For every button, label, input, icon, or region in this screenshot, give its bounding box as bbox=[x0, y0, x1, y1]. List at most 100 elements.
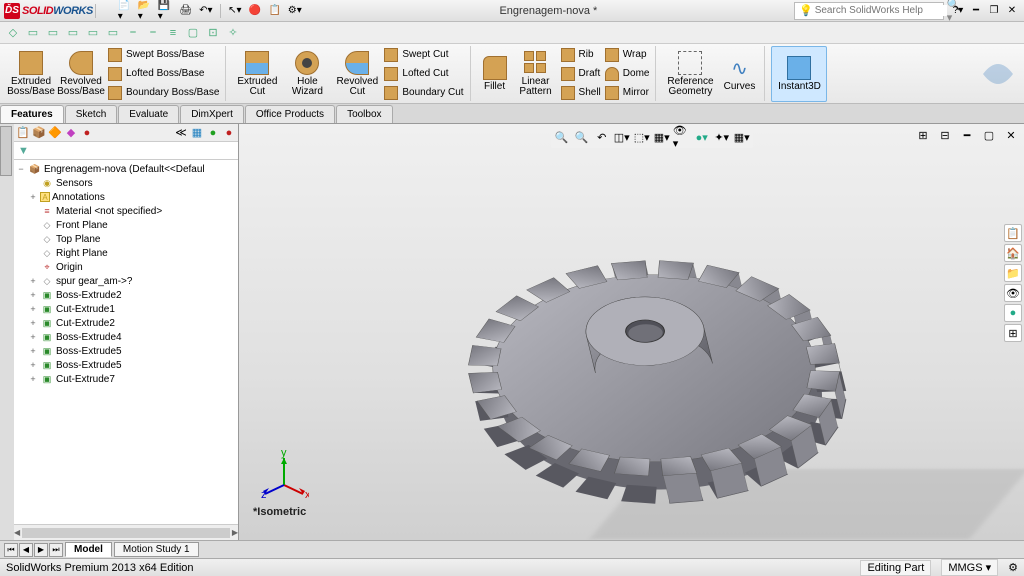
lofted-boss-button[interactable]: Lofted Boss/Base bbox=[106, 65, 221, 82]
save-icon[interactable]: 💾▾ bbox=[158, 3, 174, 19]
orientation-triad[interactable]: x y z bbox=[259, 450, 309, 500]
ft-tab4-icon[interactable]: ◆ bbox=[64, 126, 78, 140]
task-custom-icon[interactable]: ⊞ bbox=[1004, 324, 1022, 342]
task-resources-icon[interactable]: 📋 bbox=[1004, 224, 1022, 242]
dome-button[interactable]: Dome bbox=[603, 65, 652, 82]
wrap-button[interactable]: Wrap bbox=[603, 46, 652, 63]
tree-cut2[interactable]: +▣Cut-Extrude2 bbox=[16, 316, 236, 330]
task-library-icon[interactable]: 🏠 bbox=[1004, 244, 1022, 262]
tab-first-icon[interactable]: ⏮ bbox=[4, 543, 18, 557]
line-icon[interactable]: ⎯ bbox=[126, 26, 140, 40]
tree-scrollbar[interactable]: ◀▶ bbox=[14, 524, 238, 540]
help-search[interactable]: 💡 🔍▾ bbox=[794, 2, 944, 20]
vp-ctrl2-icon[interactable]: ⊟ bbox=[936, 126, 954, 144]
feature-filter[interactable]: ▼ bbox=[14, 142, 238, 160]
help-icon[interactable]: ?▾ bbox=[950, 3, 966, 19]
tree-boss4[interactable]: +▣Boss-Extrude4 bbox=[16, 330, 236, 344]
tab-office[interactable]: Office Products bbox=[245, 105, 335, 123]
ft-opt4-icon[interactable]: ● bbox=[222, 126, 236, 140]
search-input[interactable] bbox=[815, 5, 947, 16]
revolved-cut-button[interactable]: Revolved Cut bbox=[332, 46, 382, 102]
rect4-icon[interactable]: ▭ bbox=[86, 26, 100, 40]
ft-opt2-icon[interactable]: ▦ bbox=[190, 126, 204, 140]
ft-tab3-icon[interactable]: 🔶 bbox=[48, 126, 62, 140]
task-explorer-icon[interactable]: 📁 bbox=[1004, 264, 1022, 282]
rect3-icon[interactable]: ▭ bbox=[66, 26, 80, 40]
tree-cut7[interactable]: +▣Cut-Extrude7 bbox=[16, 372, 236, 386]
hide-show-icon[interactable]: 👁▾ bbox=[673, 128, 691, 146]
close-icon[interactable]: ✕ bbox=[1004, 3, 1020, 19]
ft-tab1-icon[interactable]: 📋 bbox=[16, 126, 30, 140]
task-view-icon[interactable]: 👁 bbox=[1004, 284, 1022, 302]
restore-icon[interactable]: ❐ bbox=[986, 3, 1002, 19]
tab-next-icon[interactable]: ▶ bbox=[34, 543, 48, 557]
tree-cut1[interactable]: +▣Cut-Extrude1 bbox=[16, 302, 236, 316]
lofted-cut-button[interactable]: Lofted Cut bbox=[382, 65, 465, 82]
tree-boss6[interactable]: +▣Boss-Extrude5 bbox=[16, 358, 236, 372]
tree-root[interactable]: −📦Engrenagem-nova (Default<<Defaul bbox=[16, 162, 236, 176]
tree-boss2[interactable]: +▣Boss-Extrude2 bbox=[16, 288, 236, 302]
ft-tab5-icon[interactable]: ● bbox=[80, 126, 94, 140]
boundary-cut-button[interactable]: Boundary Cut bbox=[382, 84, 465, 101]
curves-button[interactable]: ∿ Curves bbox=[718, 46, 760, 102]
shell-button[interactable]: Shell bbox=[559, 84, 603, 101]
tab-last-icon[interactable]: ⏭ bbox=[49, 543, 63, 557]
sketch-tool-icon[interactable]: ◇ bbox=[6, 26, 20, 40]
undo-icon[interactable]: ↶▾ bbox=[198, 3, 214, 19]
rib-button[interactable]: Rib bbox=[559, 46, 603, 63]
circle-icon[interactable]: ⎯ bbox=[146, 26, 160, 40]
tree-sensors[interactable]: ◉Sensors bbox=[16, 176, 236, 190]
ft-tab2-icon[interactable]: 📦 bbox=[32, 126, 46, 140]
extruded-boss-button[interactable]: Extruded Boss/Base bbox=[6, 46, 56, 102]
tab-features[interactable]: Features bbox=[0, 105, 64, 123]
revolved-boss-button[interactable]: Revolved Boss/Base bbox=[56, 46, 106, 102]
task-appearance-icon[interactable]: ● bbox=[1004, 304, 1022, 322]
draft-button[interactable]: Draft bbox=[559, 65, 603, 82]
new-icon[interactable]: 📄▾ bbox=[118, 3, 134, 19]
tree-right-plane[interactable]: ◇Right Plane bbox=[16, 246, 236, 260]
tree-material[interactable]: ≡Material <not specified> bbox=[16, 204, 236, 218]
tab-evaluate[interactable]: Evaluate bbox=[118, 105, 179, 123]
tab-motion-study[interactable]: Motion Study 1 bbox=[114, 542, 199, 557]
rect2-icon[interactable]: ▭ bbox=[46, 26, 60, 40]
settings-icon[interactable]: ⚙▾ bbox=[287, 3, 303, 19]
tab-prev-icon[interactable]: ◀ bbox=[19, 543, 33, 557]
options-icon[interactable]: 📋 bbox=[267, 3, 283, 19]
tree-front-plane[interactable]: ◇Front Plane bbox=[16, 218, 236, 232]
linear-pattern-button[interactable]: Linear Pattern bbox=[513, 46, 559, 102]
vp-max-icon[interactable]: ▢ bbox=[980, 126, 998, 144]
tab-sketch[interactable]: Sketch bbox=[65, 105, 118, 123]
section-icon[interactable]: ◫▾ bbox=[613, 128, 631, 146]
gear-3d-model[interactable] bbox=[439, 164, 869, 540]
rect-icon[interactable]: ▭ bbox=[26, 26, 40, 40]
hole-wizard-button[interactable]: Hole Wizard bbox=[282, 46, 332, 102]
status-units[interactable]: MMGS ▾ bbox=[941, 559, 998, 576]
rebuild-icon[interactable]: 🔴 bbox=[247, 3, 263, 19]
tree-origin[interactable]: ⌖Origin bbox=[16, 260, 236, 274]
view-orient-icon[interactable]: ⬚▾ bbox=[633, 128, 651, 146]
display-style-icon[interactable]: ▦▾ bbox=[653, 128, 671, 146]
swept-boss-button[interactable]: Swept Boss/Base bbox=[106, 46, 221, 63]
scene-icon[interactable]: ✦▾ bbox=[713, 128, 731, 146]
mirror-button[interactable]: Mirror bbox=[603, 84, 652, 101]
view-settings-icon[interactable]: ▦▾ bbox=[733, 128, 751, 146]
tree-spur-gear[interactable]: +◇spur gear_am->? bbox=[16, 274, 236, 288]
square-icon[interactable]: ▢ bbox=[186, 26, 200, 40]
side-tab-1[interactable] bbox=[0, 126, 12, 176]
3d-viewport[interactable]: 🔍 🔍 ↶ ◫▾ ⬚▾ ▦▾ 👁▾ ●▾ ✦▾ ▦▾ ⊞ ⊟ ━ ▢ ✕ bbox=[239, 124, 1024, 540]
fillet-button[interactable]: Fillet bbox=[477, 46, 513, 102]
tree-boss5[interactable]: +▣Boss-Extrude5 bbox=[16, 344, 236, 358]
convert-icon[interactable]: ⊡ bbox=[206, 26, 220, 40]
open-icon[interactable]: 📂▾ bbox=[138, 3, 154, 19]
vp-ctrl1-icon[interactable]: ⊞ bbox=[914, 126, 932, 144]
instant3d-button[interactable]: Instant3D bbox=[771, 46, 827, 102]
appearance-icon[interactable]: ●▾ bbox=[693, 128, 711, 146]
rect5-icon[interactable]: ▭ bbox=[106, 26, 120, 40]
tree-top-plane[interactable]: ◇Top Plane bbox=[16, 232, 236, 246]
vp-close-icon[interactable]: ✕ bbox=[1002, 126, 1020, 144]
eq-icon[interactable]: ≡ bbox=[166, 26, 180, 40]
zoom-fit-icon[interactable]: 🔍 bbox=[553, 128, 571, 146]
trim-icon[interactable]: ✧ bbox=[226, 26, 240, 40]
swept-cut-button[interactable]: Swept Cut bbox=[382, 46, 465, 63]
tab-dimxpert[interactable]: DimXpert bbox=[180, 105, 244, 123]
